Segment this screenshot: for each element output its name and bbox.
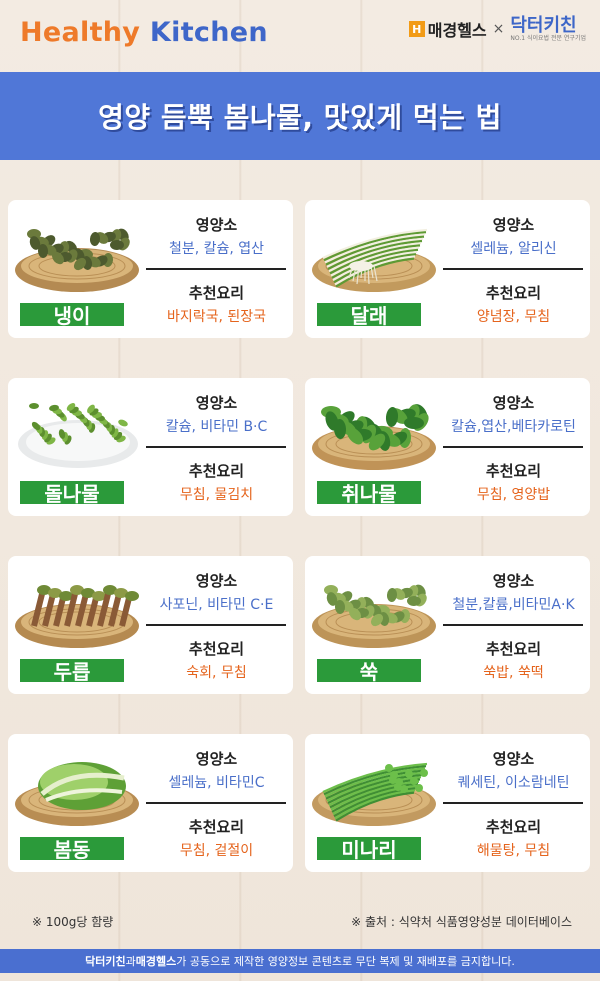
divider: [146, 802, 286, 804]
dish-values: 무침, 물김치: [179, 487, 254, 503]
nutrient-values: 철분, 칼슘, 엽산: [168, 241, 265, 257]
maekyung-health-logo: H 매경헬스: [408, 17, 487, 41]
dish-values: 바지락국, 된장국: [166, 309, 267, 325]
vegetable-name-badge: 쑥: [315, 657, 423, 684]
nutrient-label: 영양소: [195, 216, 238, 234]
nutrient-values: 사포닌, 비타민 C·E: [159, 597, 274, 613]
divider: [146, 268, 286, 270]
dish-label: 추천요리: [188, 462, 245, 480]
dish-values: 무침, 겉절이: [179, 843, 254, 859]
maekyung-logo-icon: H: [408, 21, 425, 37]
chwinamul-basket-photo: [309, 382, 439, 482]
partner-logos: H 매경헬스 × 닥터키친 NO.1 식이요법 전문 연구기업: [408, 12, 586, 46]
dallae-basket-photo: [309, 204, 439, 304]
notes-row: ※ 100g당 함량 ※ 출처 : 식약처 식품영양성분 데이터베이스: [20, 911, 580, 933]
nutrient-label: 영양소: [492, 572, 535, 590]
brand-word-kitchen: Kitchen: [149, 17, 268, 48]
copyright-footer: 닥터키친 과 매경헬스 가 공동으로 제작한 영양정보 콘텐츠로 무단 복제 및 재…: [0, 949, 600, 973]
ssuk-basket-photo: [309, 560, 439, 660]
page-title: 영양 듬뿍 봄나물, 맛있게 먹는 법: [98, 101, 502, 134]
unit-note: ※ 100g당 함량: [32, 915, 114, 929]
nutrition-info: 영양소철분,칼륨,비타민A·K 추천요리쑥밥, 쑥떡: [437, 556, 590, 694]
dureup-basket-photo: [12, 560, 142, 660]
dish-label: 추천요리: [485, 284, 542, 302]
bomdong-basket-photo: [12, 738, 142, 838]
source-note: ※ 출처 : 식약처 식품영양성분 데이터베이스: [351, 915, 572, 929]
doctor-kitchen-logo-text: 닥터키친: [510, 14, 577, 36]
doctor-kitchen-tagline: NO.1 식이요법 전문 연구기업: [510, 34, 586, 42]
vegetable-card: 돌나물 영양소칼슘, 비타민 B·C 추천요리무침, 물김치: [8, 378, 293, 516]
vegetable-name-badge: 미나리: [315, 835, 423, 862]
doctor-kitchen-logo: 닥터키친 NO.1 식이요법 전문 연구기업: [510, 16, 586, 43]
nutrient-label: 영양소: [492, 750, 535, 768]
divider: [443, 268, 583, 270]
nutrition-info: 영양소사포닌, 비타민 C·E 추천요리숙회, 무침: [140, 556, 293, 694]
nutrition-info: 영양소철분, 칼슘, 엽산추천요리바지락국, 된장국: [140, 200, 293, 338]
nutrition-info: 영양소셀레늄, 알리신추천요리양념장, 무침: [437, 200, 590, 338]
nutrition-info: 영양소셀레늄, 비타민C 추천요리무침, 겉절이: [140, 734, 293, 872]
vegetable-card: 달래 영양소셀레늄, 알리신추천요리양념장, 무침: [305, 200, 590, 338]
dish-values: 쑥밥, 쑥떡: [483, 665, 544, 681]
dolnamul-plate-photo: [12, 382, 142, 482]
vegetable-card: 취나물 영양소칼슘,엽산,베타카로틴추천요리무침, 영양밥: [305, 378, 590, 516]
dish-label: 추천요리: [485, 640, 542, 658]
nutrient-label: 영양소: [492, 394, 535, 412]
nutrient-values: 셀레늄, 알리신: [470, 241, 557, 257]
nutrient-label: 영양소: [195, 750, 238, 768]
divider: [443, 446, 583, 448]
dish-values: 해물탕, 무침: [476, 843, 551, 859]
footer-text-2: 가 공동으로 제작한 영양정보 콘텐츠로 무단 복제 및 재배포를 금지합니다.: [176, 955, 515, 968]
nutrient-values: 철분,칼륨,비타민A·K: [452, 597, 575, 613]
divider: [443, 624, 583, 626]
naengi-basket-photo: [12, 204, 142, 304]
divider: [146, 624, 286, 626]
vegetable-name-badge: 달래: [315, 301, 423, 328]
dish-label: 추천요리: [188, 818, 245, 836]
brand-title: Healthy Kitchen: [20, 17, 268, 48]
footer-brand-doctor-kitchen: 닥터키친: [85, 955, 126, 968]
dish-values: 숙회, 무침: [186, 665, 247, 681]
dish-values: 양념장, 무침: [476, 309, 551, 325]
nutrient-label: 영양소: [492, 216, 535, 234]
minari-basket-photo: [309, 738, 439, 838]
nutrition-info: 영양소칼슘, 비타민 B·C 추천요리무침, 물김치: [140, 378, 293, 516]
nutrient-label: 영양소: [195, 572, 238, 590]
footer-text-1: 과: [125, 955, 136, 968]
brand-word-healthy: Healthy: [20, 17, 141, 48]
nutrient-values: 칼슘,엽산,베타카로틴: [451, 419, 576, 435]
vegetable-name-badge: 취나물: [315, 479, 423, 506]
vegetable-card: 봄동 영양소셀레늄, 비타민C 추천요리무침, 겉절이: [8, 734, 293, 872]
maekyung-logo-text: 매경헬스: [427, 21, 487, 40]
top-header: Healthy Kitchen H 매경헬스 × 닥터키친 NO.1 식이요법 …: [0, 0, 600, 72]
vegetable-card: 쑥 영양소철분,칼륨,비타민A·K 추천요리쑥밥, 쑥떡: [305, 556, 590, 694]
dish-values: 무침, 영양밥: [476, 487, 551, 503]
nutrient-label: 영양소: [195, 394, 238, 412]
nutrient-values: 칼슘, 비타민 B·C: [165, 419, 268, 435]
title-banner: 영양 듬뿍 봄나물, 맛있게 먹는 법: [0, 72, 600, 160]
footer-brand-maekyung: 매경헬스: [135, 955, 177, 968]
vegetable-name-badge: 돌나물: [18, 479, 126, 506]
dish-label: 추천요리: [485, 462, 542, 480]
nutrient-values: 퀘세틴, 이소람네틴: [457, 775, 570, 791]
vegetable-card: 냉이 영양소철분, 칼슘, 엽산추천요리바지락국, 된장국: [8, 200, 293, 338]
dish-label: 추천요리: [188, 284, 245, 302]
vegetable-name-badge: 두릅: [18, 657, 126, 684]
divider: [146, 446, 286, 448]
dish-label: 추천요리: [188, 640, 245, 658]
divider: [443, 802, 583, 804]
nutrition-info: 영양소퀘세틴, 이소람네틴추천요리해물탕, 무침: [437, 734, 590, 872]
vegetable-name-badge: 봄동: [18, 835, 126, 862]
vegetable-card: 미나리 영양소퀘세틴, 이소람네틴추천요리해물탕, 무침: [305, 734, 590, 872]
collab-x: ×: [492, 21, 505, 37]
nutrient-values: 셀레늄, 비타민C: [168, 775, 265, 791]
vegetable-name-badge: 냉이: [18, 301, 126, 328]
dish-label: 추천요리: [485, 818, 542, 836]
nutrition-info: 영양소칼슘,엽산,베타카로틴추천요리무침, 영양밥: [437, 378, 590, 516]
vegetable-card: 두릅 영양소사포닌, 비타민 C·E 추천요리숙회, 무침: [8, 556, 293, 694]
